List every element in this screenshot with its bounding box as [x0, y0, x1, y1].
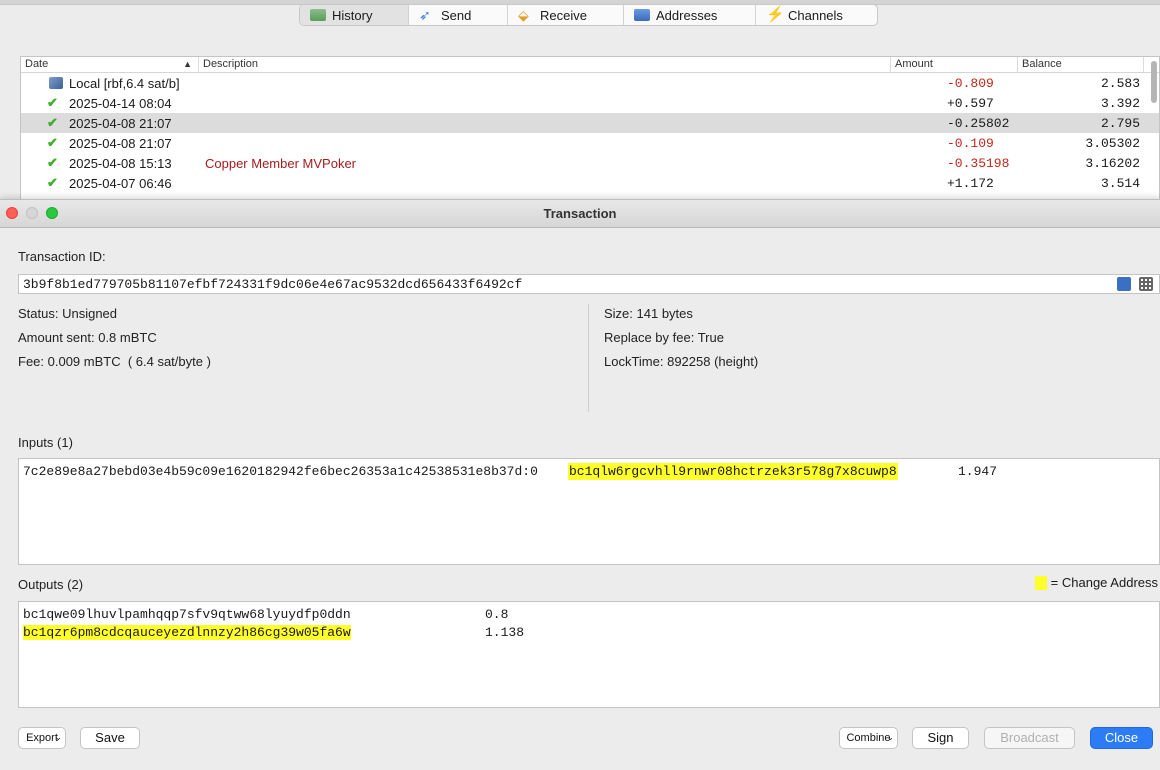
rbf-text: Replace by fee: True: [604, 330, 724, 345]
chevron-down-icon: ⌄: [886, 732, 894, 742]
input-change-address: bc1qlw6rgcvhll9rnwr08hctrzek3r578g7x8cuw…: [568, 463, 898, 480]
row-balance: 3.514: [1100, 175, 1140, 191]
row-amount: +0.597: [947, 95, 994, 111]
row-balance: 2.795: [1100, 115, 1140, 131]
row-balance: 2.583: [1100, 75, 1140, 91]
table-row[interactable]: ✔ 2025-04-08 21:07 -0.109 3.05302: [21, 133, 1159, 153]
row-date: 2025-04-14 08:04: [69, 95, 172, 111]
input-prevout: 7c2e89e8a27bebd03e4b59c09e1620182942fe6b…: [23, 464, 538, 479]
outputs-label: Outputs (2): [18, 577, 84, 592]
combine-button[interactable]: Combine ⌄: [839, 727, 898, 749]
row-amount: -0.109: [947, 135, 994, 151]
tab-addresses-label: Addresses: [656, 7, 718, 23]
column-header-description[interactable]: Description: [199, 57, 891, 72]
confirmed-check-icon: ✔: [47, 175, 58, 190]
confirmed-check-icon: ✔: [47, 155, 58, 170]
tab-receive-label: Receive: [540, 7, 587, 23]
output-change-address: bc1qzr6pm8cdcqauceyezdlnnzy2h86cg39w05fa…: [23, 625, 351, 640]
txid-field[interactable]: 3b9f8b1ed779705b81107efbf724331f9dc06e4e…: [18, 274, 1160, 294]
column-balance-label: Balance: [1022, 58, 1062, 70]
info-divider: [588, 304, 589, 412]
tab-channels[interactable]: ⚡ Channels: [756, 5, 877, 25]
row-balance: 3.392: [1100, 95, 1140, 111]
status-text: Status: Unsigned: [18, 306, 118, 321]
chevron-down-icon: ⌄: [54, 732, 62, 742]
confirmed-check-icon: ✔: [47, 115, 58, 130]
confirmed-check-icon: ✔: [47, 135, 58, 150]
main-tab-bar: History ➶ Send ⬙ Receive Addresses ⚡ Cha…: [299, 4, 878, 26]
txid-label: Transaction ID:: [18, 249, 106, 264]
txid-value: 3b9f8b1ed779705b81107efbf724331f9dc06e4e…: [23, 277, 523, 292]
column-header-date[interactable]: Date ▲: [21, 57, 199, 72]
channels-icon: ⚡: [766, 6, 785, 23]
save-button[interactable]: Save: [80, 727, 140, 749]
row-amount: -0.25802: [947, 115, 1010, 131]
table-row[interactable]: ✔ 2025-04-14 08:04 +0.597 3.392: [21, 93, 1159, 113]
tab-addresses[interactable]: Addresses: [624, 5, 756, 25]
row-description: Copper Member MVPoker: [205, 155, 356, 171]
column-description-label: Description: [203, 58, 259, 70]
confirmed-check-icon: ✔: [47, 95, 58, 110]
row-balance: 3.16202: [1085, 155, 1140, 171]
row-amount: -0.35198: [947, 155, 1010, 171]
tab-history[interactable]: History: [300, 5, 409, 25]
locktime-text: LockTime: 892258 (height): [604, 354, 759, 369]
row-date: 2025-04-08 21:07: [69, 135, 172, 151]
row-date: 2025-04-08 21:07: [69, 115, 172, 131]
combine-label: Combine: [846, 732, 891, 744]
export-label: Export: [26, 732, 58, 744]
output-amount: 1.138: [485, 625, 525, 640]
column-amount-label: Amount: [895, 58, 933, 70]
row-balance: 3.05302: [1085, 135, 1140, 151]
input-amount: 1.947: [958, 464, 998, 479]
tab-send-label: Send: [441, 7, 472, 23]
addresses-icon: [634, 9, 650, 21]
output-address: bc1qwe09lhuvlpamhqqp7sfv9qtww68lyuydfp0d…: [23, 607, 351, 622]
dialog-title: Transaction: [543, 206, 617, 221]
change-color-swatch: [1034, 575, 1047, 590]
broadcast-button[interactable]: Broadcast: [984, 727, 1075, 749]
outputs-list[interactable]: bc1qwe09lhuvlpamhqqp7sfv9qtww68lyuydfp0d…: [18, 601, 1160, 708]
column-header-amount[interactable]: Amount: [891, 57, 1018, 72]
transaction-dialog: Transaction Transaction ID: 3b9f8b1ed779…: [0, 199, 1160, 770]
output-amount: 0.8: [485, 607, 509, 622]
row-date: 2025-04-08 15:13: [69, 155, 172, 171]
export-button[interactable]: Export ⌄: [18, 727, 66, 749]
history-icon: [310, 9, 326, 21]
row-amount: +1.172: [947, 175, 994, 191]
dialog-titlebar: Transaction: [0, 200, 1160, 228]
history-scrollbar[interactable]: [1151, 61, 1157, 103]
sign-button[interactable]: Sign: [912, 727, 969, 749]
local-tx-icon: [49, 77, 63, 89]
qr-code-icon[interactable]: [1139, 277, 1153, 291]
amount-sent-text: Amount sent: 0.8 mBTC: [18, 330, 157, 345]
sort-ascending-icon: ▲: [183, 59, 192, 69]
row-amount: -0.809: [947, 75, 994, 91]
fee-text: Fee: 0.009 mBTC ( 6.4 sat/byte ): [18, 354, 211, 369]
history-table: Date ▲ Description Amount Balance Local […: [20, 56, 1160, 201]
send-icon: ➶: [419, 7, 431, 23]
close-button[interactable]: Close: [1090, 727, 1153, 749]
row-date: 2025-04-07 06:46: [69, 175, 172, 191]
inputs-label: Inputs (1): [18, 435, 73, 450]
inputs-list[interactable]: 7c2e89e8a27bebd03e4b59c09e1620182942fe6b…: [18, 458, 1160, 565]
change-address-legend: = Change Address: [1034, 575, 1158, 590]
tab-send[interactable]: ➶ Send: [409, 5, 508, 25]
row-date: Local [rbf,6.4 sat/b]: [69, 75, 180, 91]
column-header-balance[interactable]: Balance: [1018, 57, 1144, 72]
tab-receive[interactable]: ⬙ Receive: [508, 5, 624, 25]
table-row[interactable]: ✔ 2025-04-08 21:07 -0.25802 2.795: [21, 113, 1159, 133]
receive-icon: ⬙: [518, 7, 529, 23]
size-text: Size: 141 bytes: [604, 306, 693, 321]
table-row[interactable]: Local [rbf,6.4 sat/b] -0.809 2.583: [21, 73, 1159, 93]
tab-history-label: History: [332, 7, 373, 23]
table-row[interactable]: ✔ 2025-04-07 06:46 +1.172 3.514: [21, 173, 1159, 193]
copy-icon[interactable]: [1117, 277, 1131, 291]
column-date-label: Date: [25, 58, 49, 70]
legend-text: = Change Address: [1050, 575, 1158, 590]
history-header: Date ▲ Description Amount Balance: [21, 57, 1159, 73]
tab-channels-label: Channels: [788, 7, 843, 23]
table-row[interactable]: ✔ 2025-04-08 15:13 Copper Member MVPoker …: [21, 153, 1159, 173]
